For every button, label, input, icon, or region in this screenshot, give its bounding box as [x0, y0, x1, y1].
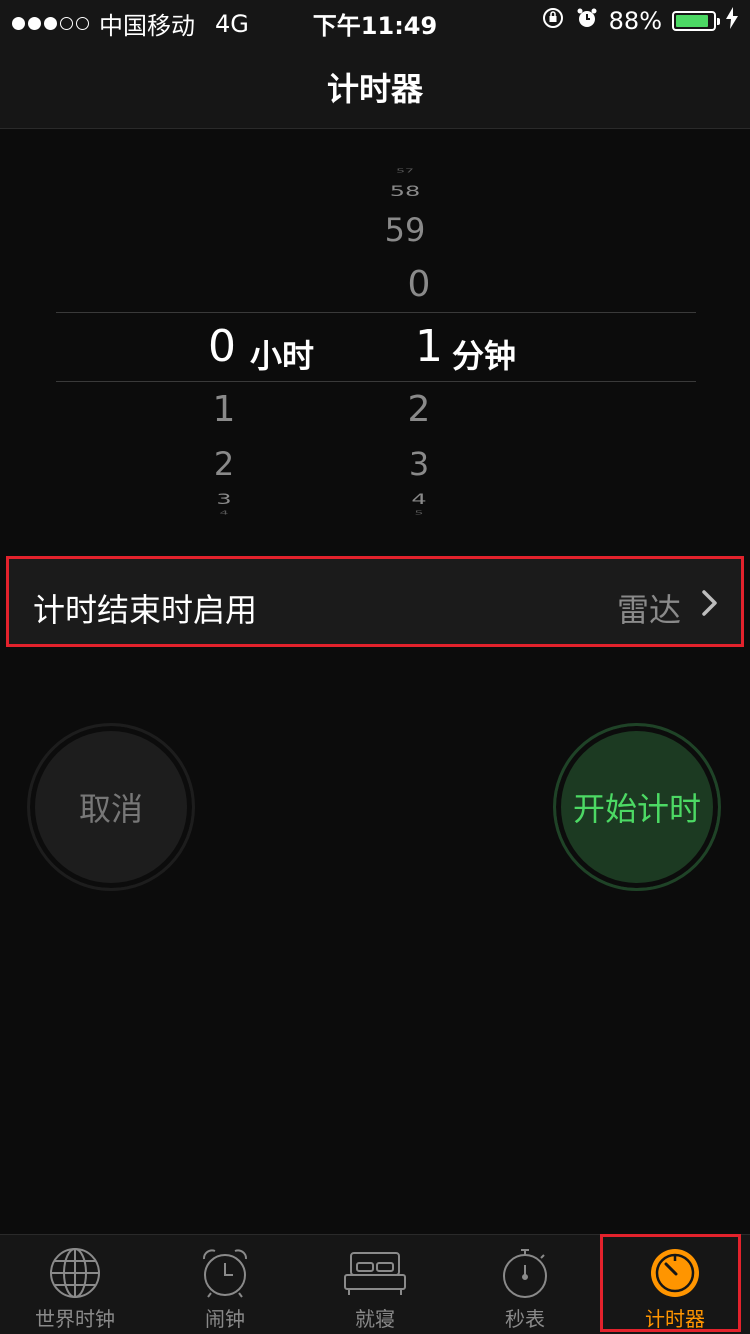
tab-label: 世界时钟 [35, 1307, 115, 1331]
hour-option[interactable]: 2 [194, 445, 254, 483]
picker-bottom-divider [56, 381, 696, 382]
page-title: 计时器 [326, 70, 423, 108]
battery-percent: 88% [608, 7, 662, 35]
minute-option[interactable]: 2 [389, 389, 449, 430]
charging-icon [726, 7, 738, 35]
status-right: 88% [541, 6, 738, 36]
chevron-right-icon [701, 589, 719, 621]
minute-option[interactable]: 5 [389, 510, 449, 516]
minute-option[interactable]: 3 [389, 445, 449, 483]
nav-bar: 计时器 [0, 40, 750, 129]
tab-timer-highlight [600, 1234, 741, 1332]
battery-icon [672, 11, 720, 31]
when-timer-ends-row[interactable]: 计时结束时启用 雷达 [6, 556, 744, 647]
hour-option[interactable]: 1 [194, 389, 254, 430]
hours-selected[interactable]: 0 [208, 321, 236, 372]
minute-option[interactable]: 4 [389, 491, 449, 508]
minute-option[interactable]: 59 [375, 211, 435, 249]
minute-option[interactable]: 58 [375, 183, 435, 200]
hours-unit-label: 小时 [250, 337, 315, 375]
minute-option[interactable]: 57 [375, 168, 435, 174]
hour-option[interactable]: 4 [194, 510, 254, 516]
cancel-button-label: 取消 [78, 790, 143, 828]
alarm-status-icon [575, 6, 599, 36]
bed-icon [344, 1252, 406, 1295]
tab-alarm[interactable]: 闹钟 [150, 1235, 300, 1334]
start-button-label: 开始计时 [572, 790, 701, 828]
picker-top-divider [56, 312, 696, 313]
hour-option[interactable]: 3 [194, 491, 254, 508]
rotation-lock-icon [541, 6, 565, 36]
tab-label: 闹钟 [205, 1307, 245, 1331]
tab-bedtime[interactable]: 就寝 [300, 1235, 450, 1334]
cancel-button[interactable]: 取消 [27, 723, 195, 891]
tab-label: 秒表 [505, 1307, 545, 1331]
duration-picker[interactable]: 57 58 59 0 0 小时 1 分钟 1 2 3 4 2 3 4 5 [0, 129, 750, 529]
tab-label: 就寝 [355, 1307, 395, 1331]
tab-world-clock[interactable]: 世界时钟 [0, 1235, 150, 1334]
minutes-unit-label: 分钟 [452, 337, 517, 375]
when-timer-ends-label: 计时结束时启用 [33, 591, 258, 629]
minutes-selected[interactable]: 1 [415, 321, 443, 372]
tab-stopwatch[interactable]: 秒表 [450, 1235, 600, 1334]
minute-option[interactable]: 0 [389, 264, 449, 305]
stopwatch-icon [503, 1249, 547, 1298]
status-bar: 中国移动 4G 下午11:49 88% [0, 0, 750, 40]
globe-icon [50, 1248, 100, 1298]
ringtone-value: 雷达 [616, 591, 681, 629]
alarm-clock-icon [203, 1249, 247, 1298]
start-button[interactable]: 开始计时 [553, 723, 721, 891]
